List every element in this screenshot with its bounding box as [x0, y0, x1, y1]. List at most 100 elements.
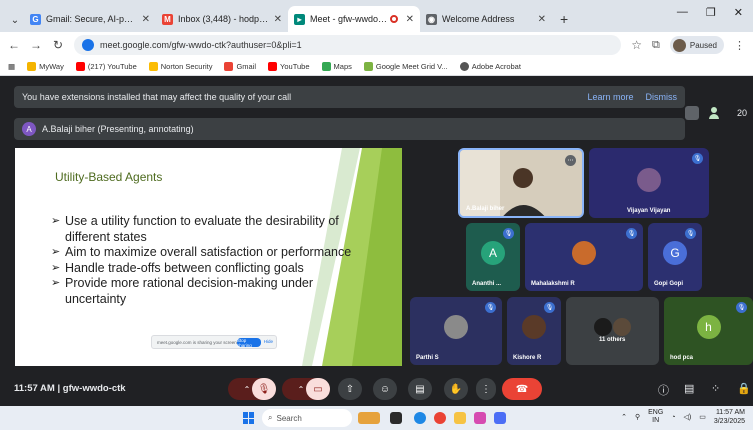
bookmark-gmail[interactable]: Gmail — [224, 62, 256, 71]
present-screen-icon[interactable]: ⇧ — [338, 378, 362, 400]
stop-sharing-button[interactable]: Stop sharing — [237, 338, 261, 348]
close-tab-icon[interactable]: ✕ — [406, 14, 414, 25]
clock[interactable]: 11:57 AM 3/23/2025 — [714, 408, 745, 426]
close-tab-icon[interactable]: ✕ — [538, 14, 546, 25]
chrome-icon[interactable] — [434, 412, 446, 424]
participant-tile-mahalakshmi[interactable]: 🎙 Mahalakshmi R — [525, 223, 643, 291]
close-tab-icon[interactable]: ✕ — [274, 14, 282, 25]
participant-name: Vijayan Vijayan — [627, 208, 671, 214]
tab-gmail-secure[interactable]: G Gmail: Secure, AI-powered em ✕ — [24, 6, 156, 32]
participant-tile-balaji[interactable]: ⋯ A.Balaji biher — [458, 148, 584, 218]
tab-welcome-address[interactable]: ◉ Welcome Address ✕ — [420, 6, 552, 32]
avatar — [594, 317, 613, 336]
close-tab-icon[interactable]: ✕ — [142, 14, 150, 25]
banner-text: You have extensions installed that may a… — [22, 92, 292, 102]
bookmark-acrobat[interactable]: Adobe Acrobat — [459, 62, 521, 71]
search-icon: ⌕ — [268, 413, 273, 422]
profile-status: Paused — [689, 40, 717, 50]
new-tab-button[interactable]: + — [552, 11, 576, 32]
screen-share-notice: meet.google.com is sharing your screen a… — [151, 335, 277, 349]
language-indicator[interactable]: ENG IN — [648, 409, 663, 425]
extensions-icon[interactable]: ⧉ — [652, 39, 660, 52]
apps-icon[interactable]: ▦ — [8, 62, 15, 71]
mic-options-chevron-icon[interactable]: ⌃ — [244, 385, 251, 394]
layout-icon[interactable] — [684, 106, 699, 120]
screen: ⌄ G Gmail: Secure, AI-powered em ✕ M Inb… — [0, 0, 753, 430]
edge-icon[interactable] — [414, 412, 426, 424]
participant-tile-kishore[interactable]: 🎙 Kishore R — [507, 297, 561, 365]
bookmark-youtube[interactable]: YouTube — [268, 62, 310, 71]
camera-off-icon[interactable]: ▭ — [306, 378, 330, 400]
close-window-icon[interactable]: ✕ — [734, 6, 743, 19]
participant-tile-ananthi[interactable]: A 🎙 Ananthi ... — [466, 223, 520, 291]
participant-name: hod pca — [670, 355, 694, 361]
profile-button[interactable]: Paused — [669, 36, 724, 54]
tab-inbox[interactable]: M Inbox (3,448) - hodpca@stjose ✕ — [156, 6, 288, 32]
recording-icon — [389, 15, 398, 23]
minimize-icon[interactable]: — — [677, 6, 688, 19]
site-info-icon[interactable] — [82, 39, 94, 51]
meeting-details-icon[interactable]: ⓘ — [658, 382, 669, 398]
taskbar-date: 3/23/2025 — [713, 418, 745, 425]
participant-tile-vijayan[interactable]: 🎙 Vijayan Vijayan — [589, 148, 709, 218]
tab-title: Welcome Address — [442, 14, 515, 24]
host-controls-icon[interactable]: 🔒 — [737, 382, 751, 395]
participant-tile-others[interactable]: 11 others — [566, 297, 659, 365]
reload-icon[interactable]: ↻ — [52, 38, 64, 52]
windows-start-icon[interactable] — [243, 412, 255, 424]
captions-icon[interactable]: ▤ — [408, 378, 432, 400]
back-icon[interactable]: ← — [8, 38, 20, 52]
slide-title: Utility-Based Agents — [55, 170, 163, 184]
bookmark-youtube-217[interactable]: (217) YouTube — [75, 62, 137, 71]
region-code: IN — [652, 417, 660, 424]
activities-icon[interactable]: ⁘ — [711, 382, 720, 395]
task-view-icon[interactable] — [390, 412, 402, 424]
muted-mic-icon: 🎙 — [503, 228, 514, 239]
battery-icon[interactable]: ▭ — [699, 413, 706, 421]
restore-icon[interactable]: ❐ — [706, 6, 716, 19]
tab-meet[interactable]: ▸ Meet - gfw-wwdo-ctk ✕ — [288, 6, 420, 32]
taskbar-search[interactable]: ⌕ Search — [262, 409, 352, 427]
chevron-up-icon[interactable]: ⌃ — [621, 413, 627, 421]
bookmark-maps[interactable]: Maps — [321, 62, 352, 71]
menu-kebab-icon[interactable]: ⋮ — [734, 39, 745, 52]
bookmark-norton[interactable]: Norton Security — [148, 62, 212, 71]
participant-tile-hod-pca[interactable]: h 🎙 hod pca — [664, 297, 753, 365]
dismiss-button[interactable]: Dismiss — [646, 92, 678, 102]
people-icon[interactable] — [708, 106, 727, 120]
muted-mic-icon: 🎙 — [544, 302, 555, 313]
mic-off-icon[interactable]: 🎙 — [252, 378, 276, 400]
learn-more-link[interactable]: Learn more — [587, 92, 633, 102]
tab-title: Inbox (3,448) - hodpca@stjose — [178, 14, 270, 24]
browser-tab-strip: ⌄ G Gmail: Secure, AI-powered em ✕ M Inb… — [0, 0, 753, 32]
muted-mic-icon: 🎙 — [685, 228, 696, 239]
hide-button[interactable]: Hide — [264, 339, 273, 344]
store-icon[interactable] — [494, 412, 506, 424]
emoji-reaction-icon[interactable]: ☺ — [373, 378, 397, 400]
forward-icon[interactable]: → — [30, 38, 42, 52]
meet-icon: ▸ — [294, 13, 305, 25]
camera-options-chevron-icon[interactable]: ⌃ — [298, 385, 305, 394]
presenter-avatar: A — [22, 122, 36, 136]
bookmark-label: MyWay — [39, 62, 64, 71]
myway-icon — [27, 62, 37, 71]
file-explorer-icon[interactable] — [454, 412, 466, 424]
wifi-icon[interactable]: ◔ — [671, 414, 675, 421]
participant-tile-parthi[interactable]: 🎙 Parthi S — [410, 297, 502, 365]
more-options-icon[interactable]: ⋮ — [476, 378, 496, 400]
url-bar[interactable]: meet.google.com/gfw-wwdo-ctk?authuser=0&… — [74, 35, 622, 55]
app-icon[interactable] — [474, 412, 486, 424]
leave-call-button[interactable]: ☎ — [502, 378, 542, 400]
chat-icon[interactable]: ▤ — [684, 382, 694, 395]
raise-hand-icon[interactable]: ✋ — [444, 378, 468, 400]
tab-search-chevron-icon[interactable]: ⌄ — [6, 8, 24, 32]
bookmark-star-icon[interactable]: ☆ — [631, 38, 642, 52]
bookmark-meet-grid[interactable]: Google Meet Grid V... — [363, 62, 448, 71]
widgets-icon[interactable] — [358, 412, 380, 424]
volume-icon[interactable]: ◁) — [684, 413, 692, 421]
participant-tile-gopi[interactable]: G 🎙 Gopi Gopi — [648, 223, 702, 291]
more-options-icon[interactable]: ⋯ — [565, 155, 576, 166]
maps-icon — [321, 62, 331, 71]
participant-name: Gopi Gopi — [654, 281, 683, 287]
bookmark-myway[interactable]: MyWay — [27, 62, 64, 71]
